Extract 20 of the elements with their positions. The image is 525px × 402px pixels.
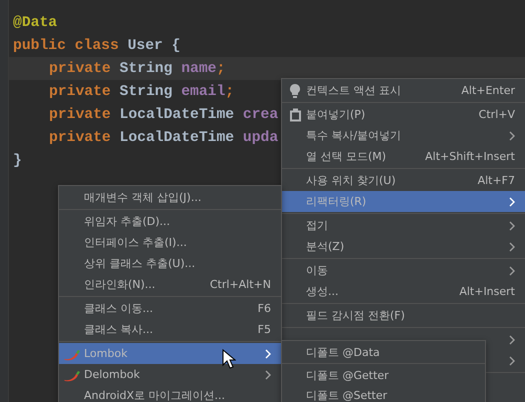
code-token: public — [13, 38, 66, 54]
code-token: @Data — [13, 14, 58, 30]
code-token: private — [49, 84, 111, 100]
code-token: class — [74, 38, 119, 54]
code-token: String — [120, 60, 172, 76]
code-token: LocalDateTime — [120, 130, 234, 146]
code-token: ; — [216, 60, 226, 76]
code-token: LocalDateTime — [120, 106, 234, 122]
code-token: private — [49, 106, 111, 122]
code-token: private — [49, 130, 111, 146]
code-token: name — [181, 60, 216, 76]
code-token: crea — [242, 106, 278, 122]
code-token: { — [172, 38, 180, 54]
code-token: private — [49, 60, 111, 76]
code-token: email — [181, 84, 226, 100]
code-token: } — [13, 152, 22, 168]
code-token: User — [128, 38, 163, 54]
code-token: upda — [242, 130, 278, 146]
code-token: ; — [225, 84, 234, 100]
code-token: String — [120, 84, 172, 100]
